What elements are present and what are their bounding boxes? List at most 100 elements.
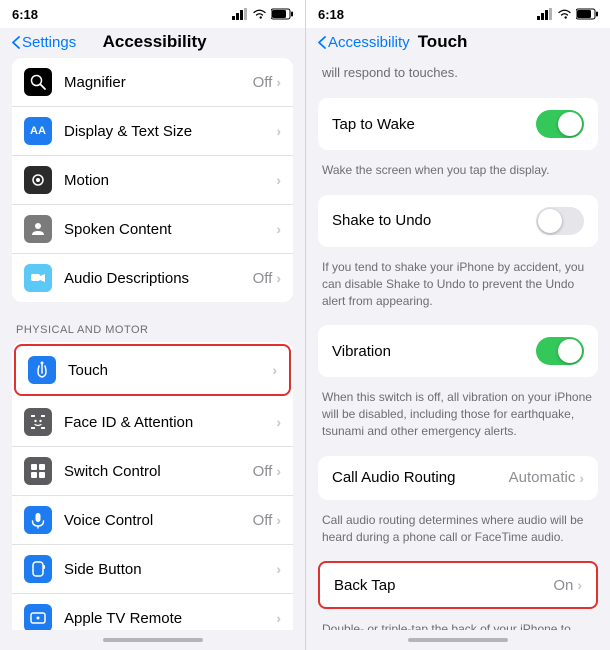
status-time-right: 6:18 [318,7,344,22]
voice-item[interactable]: Voice Control Off › [12,496,293,545]
call-audio-group: Call Audio Routing Automatic › [318,456,598,500]
status-bar-right: 6:18 [306,0,610,28]
wifi-icon [252,8,267,20]
faceid-icon [24,408,52,436]
display-label: Display & Text Size [64,123,276,140]
shake-undo-thumb [538,209,562,233]
nav-bar-left: Settings Accessibility [0,28,305,58]
nav-bar-right: Accessibility Touch [306,28,610,58]
signal-icon [232,8,248,20]
shake-undo-desc: If you tend to shake your iPhone by acci… [306,255,610,317]
battery-icon-right [576,8,598,20]
side-icon [24,555,52,583]
vibration-label: Vibration [332,343,536,360]
voice-icon [24,506,52,534]
motion-chevron: › [276,172,281,188]
motion-item[interactable]: Motion › [12,156,293,205]
call-audio-item[interactable]: Call Audio Routing Automatic › [318,456,598,500]
display-icon: AA [24,117,52,145]
touch-icon [28,356,56,384]
back-tap-row[interactable]: Back Tap On › [318,561,598,609]
magnifier-item[interactable]: Magnifier Off › [12,58,293,107]
spoken-chevron: › [276,221,281,237]
vibration-item[interactable]: Vibration [318,325,598,377]
magnifier-label: Magnifier [64,74,253,91]
appletv-item[interactable]: Apple TV Remote › [12,594,293,630]
switch-label: Switch Control [64,463,253,480]
right-content: will respond to touches. Tap to Wake Wak… [306,58,610,630]
magnifier-icon [24,68,52,96]
appletv-icon [24,604,52,630]
audio-icon [24,264,52,292]
side-chevron: › [276,561,281,577]
shake-undo-item[interactable]: Shake to Undo [318,195,598,247]
tap-wake-group: Tap to Wake [318,98,598,150]
first-group: Magnifier Off › AA Display & Text Size › [12,58,293,302]
status-bar-left: 6:18 [0,0,305,28]
spoken-item[interactable]: Spoken Content › [12,205,293,254]
shake-undo-group: Shake to Undo [318,195,598,247]
back-button-left[interactable]: Settings [12,34,76,51]
magnifier-value: Off [253,74,273,91]
back-tap-desc: Double- or triple-tap the back of your i… [306,617,610,630]
back-label-left: Settings [22,34,76,51]
touch-item[interactable]: Touch › [14,344,291,396]
vibration-thumb [558,339,582,363]
home-bar-right [306,630,610,650]
shake-undo-toggle[interactable] [536,207,584,235]
motion-icon [24,166,52,194]
status-icons-left [232,8,293,20]
home-indicator-right [408,638,508,642]
physical-motor-header: PHYSICAL AND MOTOR [0,310,305,342]
touch-label: Touch [68,362,272,379]
vibration-toggle[interactable] [536,337,584,365]
audio-chevron: › [276,270,281,286]
battery-icon [271,8,293,20]
call-audio-value: Automatic [509,469,576,486]
page-title-right: Touch [418,32,468,52]
chevron-left-icon [12,36,20,49]
side-item[interactable]: Side Button › [12,545,293,594]
signal-icon-right [537,8,553,20]
back-tap-value: On [553,577,573,594]
switch-value: Off [253,463,273,480]
call-audio-desc: Call audio routing determines where audi… [306,508,610,554]
audio-value: Off [253,270,273,287]
switch-icon [24,457,52,485]
voice-label: Voice Control [64,512,253,529]
appletv-chevron: › [276,610,281,626]
status-icons-right [537,8,598,20]
top-description: will respond to touches. [306,58,610,90]
back-button-right[interactable]: Accessibility [318,34,410,51]
physical-group: Touch › Face ID & Attention › [12,342,293,630]
tap-wake-item[interactable]: Tap to Wake [318,98,598,150]
faceid-item[interactable]: Face ID & Attention › [12,398,293,447]
settings-list: Magnifier Off › AA Display & Text Size › [0,58,305,630]
chevron-left-icon-right [318,36,326,49]
home-indicator-left [103,638,203,642]
back-label-right: Accessibility [328,34,410,51]
audio-item[interactable]: Audio Descriptions Off › [12,254,293,302]
home-bar-left [0,630,305,650]
tap-wake-toggle[interactable] [536,110,584,138]
back-tap-item[interactable]: Back Tap On › [320,563,596,607]
audio-label: Audio Descriptions [64,270,253,287]
tap-wake-thumb [558,112,582,136]
call-audio-label: Call Audio Routing [332,469,509,486]
magnifier-chevron: › [276,74,281,90]
switch-item[interactable]: Switch Control Off › [12,447,293,496]
shake-undo-label: Shake to Undo [332,212,536,229]
status-time-left: 6:18 [12,7,38,22]
tap-wake-desc: Wake the screen when you tap the display… [306,158,610,187]
tap-wake-label: Tap to Wake [332,116,536,133]
side-label: Side Button [64,561,276,578]
switch-chevron: › [276,463,281,479]
spoken-label: Spoken Content [64,221,276,238]
display-chevron: › [276,123,281,139]
appletv-label: Apple TV Remote [64,610,276,627]
wifi-icon-right [557,8,572,20]
back-tap-label: Back Tap [334,577,553,594]
display-item[interactable]: AA Display & Text Size › [12,107,293,156]
call-audio-chevron: › [579,470,584,486]
motion-label: Motion [64,172,276,189]
